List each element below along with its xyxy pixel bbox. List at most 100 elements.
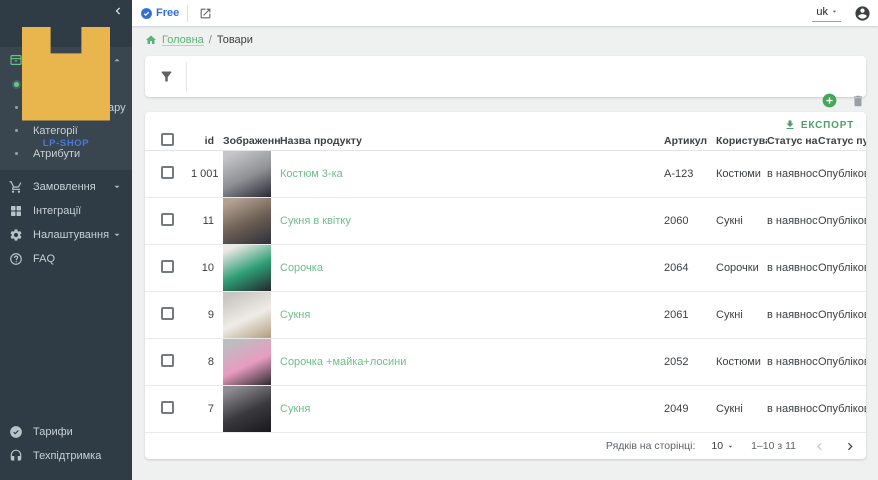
chevron-down-icon	[111, 229, 123, 241]
product-id: 10	[191, 262, 223, 274]
row-checkbox[interactable]	[161, 401, 174, 414]
product-image	[223, 198, 271, 244]
filter-divider	[186, 62, 187, 91]
caret-down-icon	[726, 442, 735, 451]
row-checkbox[interactable]	[161, 307, 174, 320]
breadcrumb-home-link[interactable]: Головна	[162, 34, 204, 46]
plan-badge[interactable]: Free	[132, 7, 179, 20]
column-image: Зображення	[223, 135, 280, 147]
delete-icon[interactable]	[851, 94, 865, 108]
verified-badge-icon	[9, 425, 23, 439]
sidebar-item-integrations[interactable]: Інтеграції	[0, 199, 132, 223]
product-name-link[interactable]: Сорочка +майка+лосини	[280, 356, 406, 368]
product-category: Костюми	[716, 168, 767, 180]
row-checkbox[interactable]	[161, 260, 174, 273]
pagination-range: 1–10 з 11	[751, 440, 796, 452]
products-table-card: ЕКСПОРТ id Зображення Назва продукту Арт…	[145, 112, 866, 459]
product-name-link[interactable]: Сукня в квітку	[280, 215, 351, 227]
table-actions	[822, 93, 865, 108]
sidebar: LP-SHOP Товари Список товарів Створення …	[0, 0, 132, 480]
product-availability: в наявності	[767, 215, 818, 227]
filter-funnel-icon[interactable]	[159, 69, 174, 84]
row-checkbox[interactable]	[161, 213, 174, 226]
account-avatar-icon[interactable]	[854, 5, 871, 22]
product-image	[223, 292, 271, 338]
product-publish-status: Опубліковано	[818, 309, 866, 321]
product-id: 9	[191, 309, 223, 321]
topbar-divider	[187, 5, 188, 22]
brand-name: LP-SHOP	[0, 138, 132, 149]
product-sku: 2052	[664, 356, 716, 368]
product-sku: A-123	[664, 168, 716, 180]
shopping-bag-logo-icon	[0, 5, 132, 137]
product-name-link[interactable]: Сукня	[280, 309, 310, 321]
column-availability: Статус ная...	[767, 135, 818, 147]
sidebar-item-orders[interactable]: Замовлення	[0, 175, 132, 199]
open-in-new-icon[interactable]	[199, 7, 212, 20]
table-body: 1 001Костюм 3-каA-123Костюмив наявностіО…	[145, 151, 866, 433]
sidebar-item-tariffs[interactable]: Тарифи	[0, 420, 132, 444]
row-checkbox[interactable]	[161, 354, 174, 367]
product-availability: в наявності	[767, 309, 818, 321]
table-row: 1 001 Костюм 3-ка A-123Костюмив наявностіО…	[145, 151, 866, 198]
next-page-icon[interactable]	[843, 439, 858, 454]
product-category: Сукні	[716, 403, 767, 415]
table-row: 11Сукня в квітку2060Сукнів наявностіОпуб…	[145, 198, 866, 245]
chevron-down-icon	[111, 181, 123, 193]
sidebar-item-faq[interactable]: FAQ	[0, 247, 132, 271]
select-all-checkbox[interactable]	[161, 133, 174, 146]
sidebar-item-settings[interactable]: Налаштування	[0, 223, 132, 247]
product-name-link[interactable]: Сукня	[280, 403, 310, 415]
product-image	[223, 386, 271, 432]
column-sku: Артикул	[664, 135, 716, 147]
table-row: 8Сорочка +майка+лосини2052Костюмив наявн…	[145, 339, 866, 386]
column-id: id	[191, 135, 223, 147]
product-publish-status: Опубліковано	[818, 262, 866, 274]
product-id: 8	[191, 356, 223, 368]
gear-icon	[9, 228, 23, 242]
product-id: 1 001	[191, 168, 223, 180]
row-checkbox[interactable]	[161, 166, 174, 179]
topbar: Free uk	[132, 0, 878, 26]
product-id: 7	[191, 403, 223, 415]
product-sku: 2060	[664, 215, 716, 227]
help-icon	[9, 252, 23, 266]
language-value: uk	[816, 6, 828, 18]
rows-per-page-select[interactable]: 10	[711, 440, 735, 452]
sidebar-item-support[interactable]: Техпідтримка	[0, 444, 132, 468]
column-publish-status: Статус пуб...	[818, 135, 866, 147]
product-publish-status: Опубліковано	[818, 168, 866, 180]
table-row: 10Сорочка2064Сорочкив наявностіОпубліков…	[145, 245, 866, 292]
bullet-icon	[9, 152, 23, 155]
product-name-link[interactable]: Костюм 3-ка	[280, 168, 343, 180]
product-publish-status: Опубліковано	[818, 215, 866, 227]
product-image	[223, 339, 271, 385]
product-publish-status: Опубліковано	[818, 356, 866, 368]
product-image	[223, 245, 271, 291]
product-availability: в наявності	[767, 168, 818, 180]
language-select[interactable]: uk	[812, 5, 841, 22]
sidebar-collapse-icon[interactable]	[111, 4, 125, 18]
free-seal-icon	[140, 7, 153, 20]
export-button[interactable]: ЕКСПОРТ	[784, 119, 854, 131]
pagination-bar: Рядків на сторінці: 10 1–10 з 11	[145, 433, 866, 459]
rows-per-page-label: Рядків на сторінці:	[606, 440, 695, 452]
caret-down-icon	[830, 7, 839, 16]
table-row: 9Сукня2061Сукнів наявностіОпубліковано	[145, 292, 866, 339]
product-availability: в наявності	[767, 262, 818, 274]
cart-icon	[9, 180, 23, 194]
product-sku: 2061	[664, 309, 716, 321]
brand-logo: LP-SHOP	[0, 0, 132, 47]
grid-icon	[9, 204, 23, 218]
product-availability: в наявності	[767, 403, 818, 415]
product-name-link[interactable]: Сорочка	[280, 262, 323, 274]
home-icon	[145, 34, 157, 46]
previous-page-icon[interactable]	[812, 439, 827, 454]
breadcrumb-current: Товари	[217, 34, 253, 46]
download-icon	[784, 119, 796, 131]
product-category: Сорочки	[716, 262, 767, 274]
product-category: Сукні	[716, 215, 767, 227]
add-product-button[interactable]	[822, 93, 837, 108]
column-name: Назва продукту	[280, 135, 664, 147]
table-header-row: id Зображення Назва продукту Артикул Кор…	[145, 132, 866, 151]
